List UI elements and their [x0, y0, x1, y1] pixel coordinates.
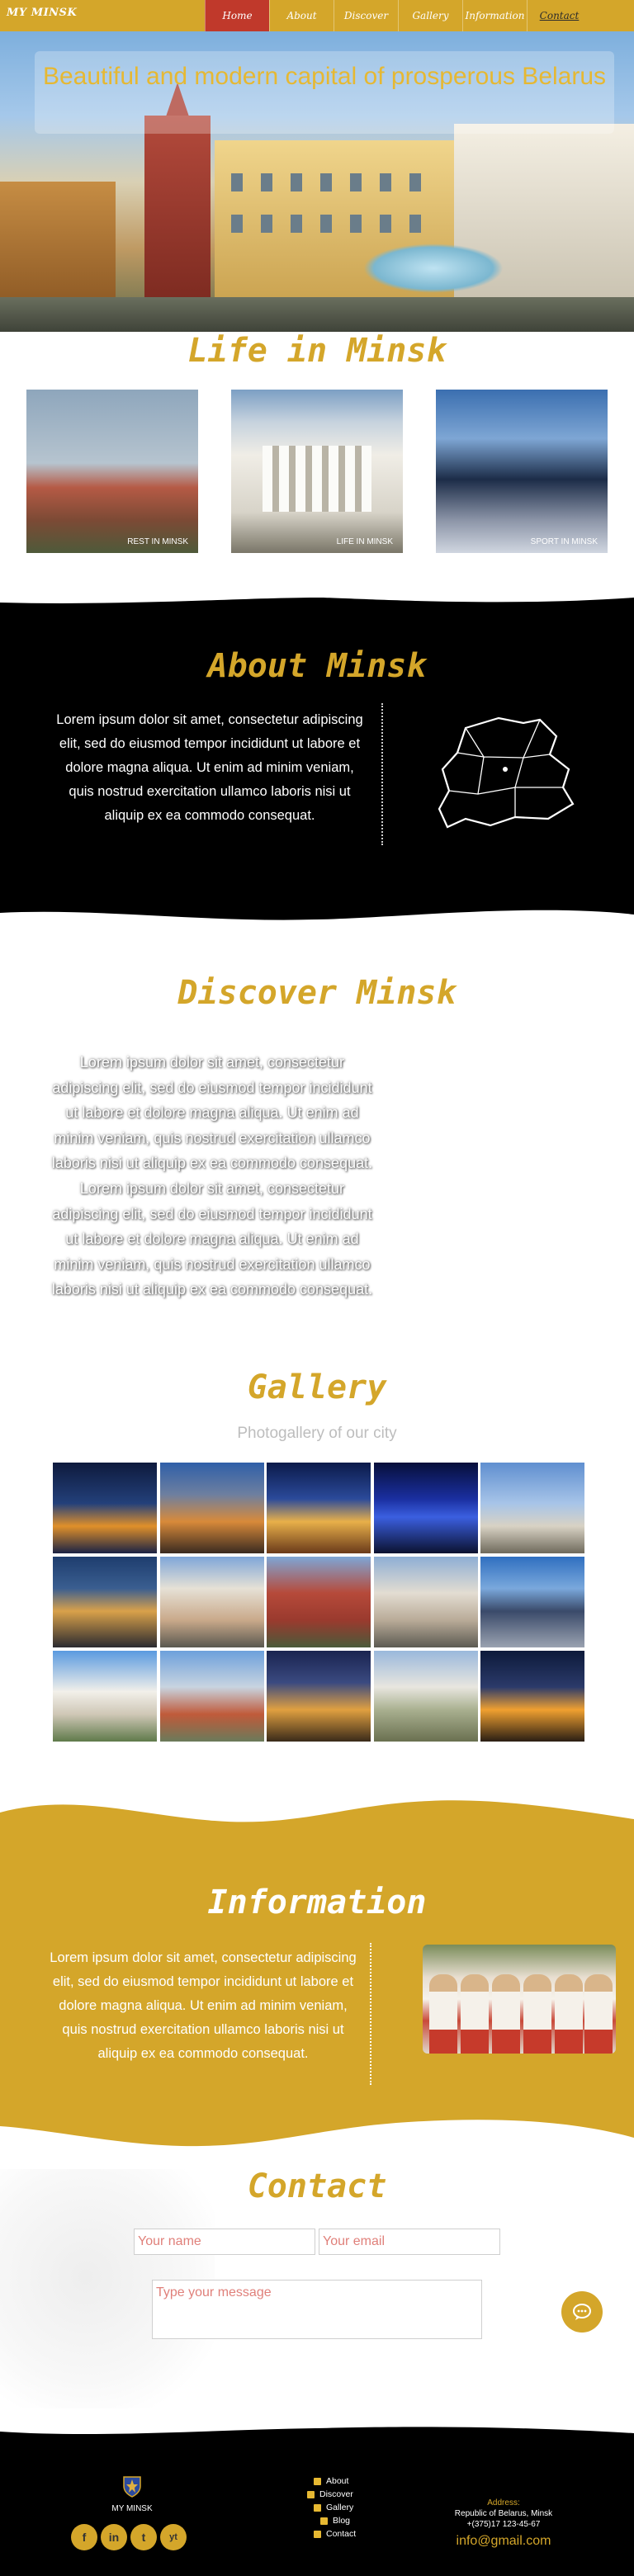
address-line: Republic of Belarus, Minsk [454, 2509, 553, 2518]
hero-banner: Beautiful and modern capital of prospero… [0, 0, 634, 332]
footer-link-contact[interactable]: Contact [314, 2527, 356, 2541]
information-section-title: Information [207, 1884, 427, 1921]
facebook-icon[interactable]: f [71, 2524, 97, 2550]
bullet-icon [314, 2503, 321, 2512]
discover-text: Lorem ipsum dolor sit amet, consectetur … [51, 1054, 373, 1298]
message-textarea[interactable]: Type your message [152, 2280, 482, 2339]
life-card-rest[interactable]: REST IN MINSK [26, 390, 198, 553]
gallery-photo[interactable] [373, 1651, 478, 1742]
about-section: About Minsk Lorem ipsum dolor sit amet, … [0, 586, 634, 928]
gallery-photo[interactable] [267, 1463, 371, 1553]
bullet-icon [314, 2530, 321, 2538]
gallery-photo[interactable] [373, 1557, 478, 1647]
nav-item-gallery[interactable]: Gallery [398, 0, 462, 31]
gallery-grid [53, 1463, 584, 1743]
gallery-photo[interactable] [373, 1463, 478, 1553]
footer-address: Address: Republic of Belarus, Minsk +(37… [429, 2498, 578, 2530]
bullet-icon [314, 2477, 321, 2485]
life-card-life[interactable]: LIFE IN MINSK [231, 390, 403, 553]
top-navigation: MY MINSK Home About Discover Gallery Inf… [0, 0, 634, 31]
gallery-subtitle: Photogallery of our city [237, 1425, 397, 1442]
footer-logo-label: MY MINSK [111, 2504, 153, 2513]
youtube-icon[interactable]: yt [160, 2524, 187, 2550]
address-heading: Address: [487, 2498, 520, 2507]
nav-item-about[interactable]: About [269, 0, 334, 31]
gallery-section-title: Gallery [247, 1368, 387, 1406]
life-card-caption: SPORT IN MINSK [530, 537, 598, 546]
footer-link-label: About [326, 2476, 349, 2486]
information-section: Information Lorem ipsum dolor sit amet, … [0, 1780, 634, 2162]
info-wave-top [0, 1780, 634, 1822]
gallery-photo[interactable] [159, 1651, 264, 1742]
nav-item-discover[interactable]: Discover [334, 0, 398, 31]
footer-link-label: Blog [333, 2516, 351, 2526]
hero-ground [0, 297, 634, 332]
gallery-photo[interactable] [53, 1557, 157, 1647]
gallery-photo[interactable] [480, 1557, 584, 1647]
belarus-map-icon [438, 716, 575, 829]
information-photo [423, 1945, 616, 2054]
information-divider [370, 1943, 371, 2085]
coat-of-arms-icon [123, 2476, 141, 2498]
hero-building-left [0, 182, 116, 305]
nav-item-home[interactable]: Home [205, 0, 269, 31]
about-wave-top [0, 586, 634, 603]
life-section-title: Life in Minsk [187, 332, 447, 370]
social-links: f in t yt [71, 2524, 187, 2550]
life-card-caption: LIFE IN MINSK [336, 537, 393, 546]
footer-link-blog[interactable]: Blog [320, 2514, 356, 2527]
email-input[interactable]: Your email [319, 2229, 500, 2255]
gallery-photo[interactable] [53, 1463, 157, 1553]
nav-menu: Home About Discover Gallery Information … [205, 0, 591, 31]
hero-church [144, 116, 211, 305]
footer-link-label: Contact [326, 2529, 357, 2539]
gallery-photo[interactable] [53, 1651, 157, 1742]
twitter-icon[interactable]: t [130, 2524, 157, 2550]
gallery-photo[interactable] [267, 1651, 371, 1742]
gallery-photo[interactable] [267, 1557, 371, 1647]
nav-item-information[interactable]: Information [462, 0, 527, 31]
hero-title: Beautiful and modern capital of prospero… [42, 63, 607, 90]
gallery-photo[interactable] [159, 1463, 264, 1553]
footer-link-gallery[interactable]: Gallery [314, 2501, 356, 2514]
name-input[interactable]: Your name [134, 2229, 315, 2255]
chat-button[interactable] [561, 2291, 603, 2333]
chat-bubble-icon [573, 2304, 591, 2320]
footer-link-discover[interactable]: Discover [307, 2488, 356, 2501]
linkedin-icon[interactable]: in [101, 2524, 127, 2550]
footer-link-about[interactable]: About [314, 2474, 356, 2488]
about-text: Lorem ipsum dolor sit amet, consectetur … [56, 712, 363, 823]
footer-links: About Discover Gallery Blog Contact [307, 2474, 356, 2541]
life-card-sport[interactable]: SPORT IN MINSK [436, 390, 608, 553]
about-section-title: About Minsk [207, 647, 427, 685]
discover-section-title: Discover Minsk [177, 974, 457, 1012]
about-divider [381, 703, 383, 845]
footer-link-label: Gallery [326, 2503, 354, 2512]
site-footer: MY MINSK f in t yt About Discover Galler… [0, 2417, 634, 2576]
bullet-icon [320, 2517, 328, 2525]
bullet-icon [307, 2490, 315, 2498]
columns-illustration [263, 446, 371, 512]
info-wave-bottom [0, 2120, 634, 2162]
gallery-photo[interactable] [480, 1651, 584, 1742]
contact-section-title: Contact [247, 2167, 387, 2205]
about-wave-bottom [0, 910, 634, 928]
footer-email-link[interactable]: info@gmail.com [429, 2534, 578, 2549]
information-text: Lorem ipsum dolor sit amet, consectetur … [50, 1950, 357, 2061]
phone-number: +(375)17 123-45-67 [466, 2520, 541, 2529]
gallery-photo[interactable] [480, 1463, 584, 1553]
site-logo[interactable]: MY MINSK [7, 7, 77, 19]
hero-fountain [363, 243, 504, 293]
life-card-caption: REST IN MINSK [127, 537, 188, 546]
footer-link-label: Discover [319, 2489, 353, 2499]
footer-wave-top [0, 2417, 634, 2435]
nav-item-contact[interactable]: Contact [527, 0, 591, 31]
gallery-photo[interactable] [159, 1557, 264, 1647]
